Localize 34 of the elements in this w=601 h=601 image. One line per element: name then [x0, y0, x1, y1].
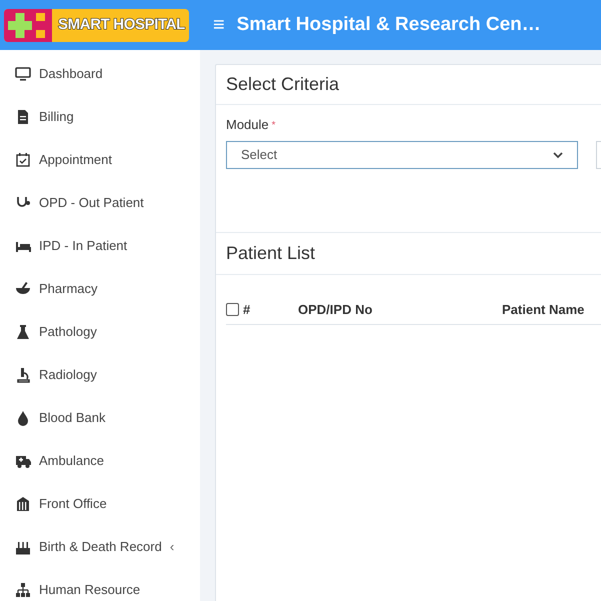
sidebar-item[interactable]: Blood Bank	[0, 396, 200, 439]
mortar-icon	[15, 280, 31, 296]
required-mark: *	[272, 118, 276, 132]
field-label: Module	[226, 116, 269, 134]
sidebar-item[interactable]: Ambulance	[0, 439, 200, 482]
calendar-icon	[15, 152, 31, 168]
section-title: Patient List	[226, 242, 316, 265]
sidebar-item[interactable]: Front Office	[0, 482, 200, 525]
drop-icon	[15, 410, 31, 426]
logo-text: SMART HOSPITAL	[58, 14, 185, 35]
sidebar-item[interactable]: Appointment	[0, 138, 200, 181]
sidebar-item[interactable]: Pharmacy	[0, 267, 200, 310]
module-select[interactable]: Select	[226, 141, 578, 169]
sidebar-item[interactable]: Human Resource	[0, 568, 200, 601]
site-title: Smart Hospital & Research Cen…	[236, 12, 541, 37]
sidebar-item[interactable]: Radiology	[0, 353, 200, 396]
sidebar-item[interactable]: Billing	[0, 95, 200, 138]
sidebar-item[interactable]: Pathology	[0, 310, 200, 353]
sidebar-item[interactable]: Dashboard	[0, 52, 200, 95]
flask-icon	[15, 324, 31, 340]
chevron-down-icon	[553, 152, 563, 158]
select-all-checkbox[interactable]	[226, 303, 239, 316]
building-icon	[15, 496, 31, 512]
column-header: OPD/IPD No	[298, 300, 374, 319]
sidebar-item[interactable]: Birth & Death Record ‹	[0, 525, 200, 568]
microscope-icon	[15, 366, 31, 382]
monitor-icon	[15, 66, 31, 82]
column-header: #	[243, 300, 252, 319]
document-icon	[15, 108, 31, 124]
sitemap-icon	[15, 582, 31, 598]
column-header: Patient Name	[502, 300, 584, 319]
section-title: Select Criteria	[226, 73, 340, 96]
sidebar-item[interactable]: IPD - In Patient	[0, 224, 200, 267]
sidebar-item[interactable]: OPD - Out Patient	[0, 181, 200, 224]
